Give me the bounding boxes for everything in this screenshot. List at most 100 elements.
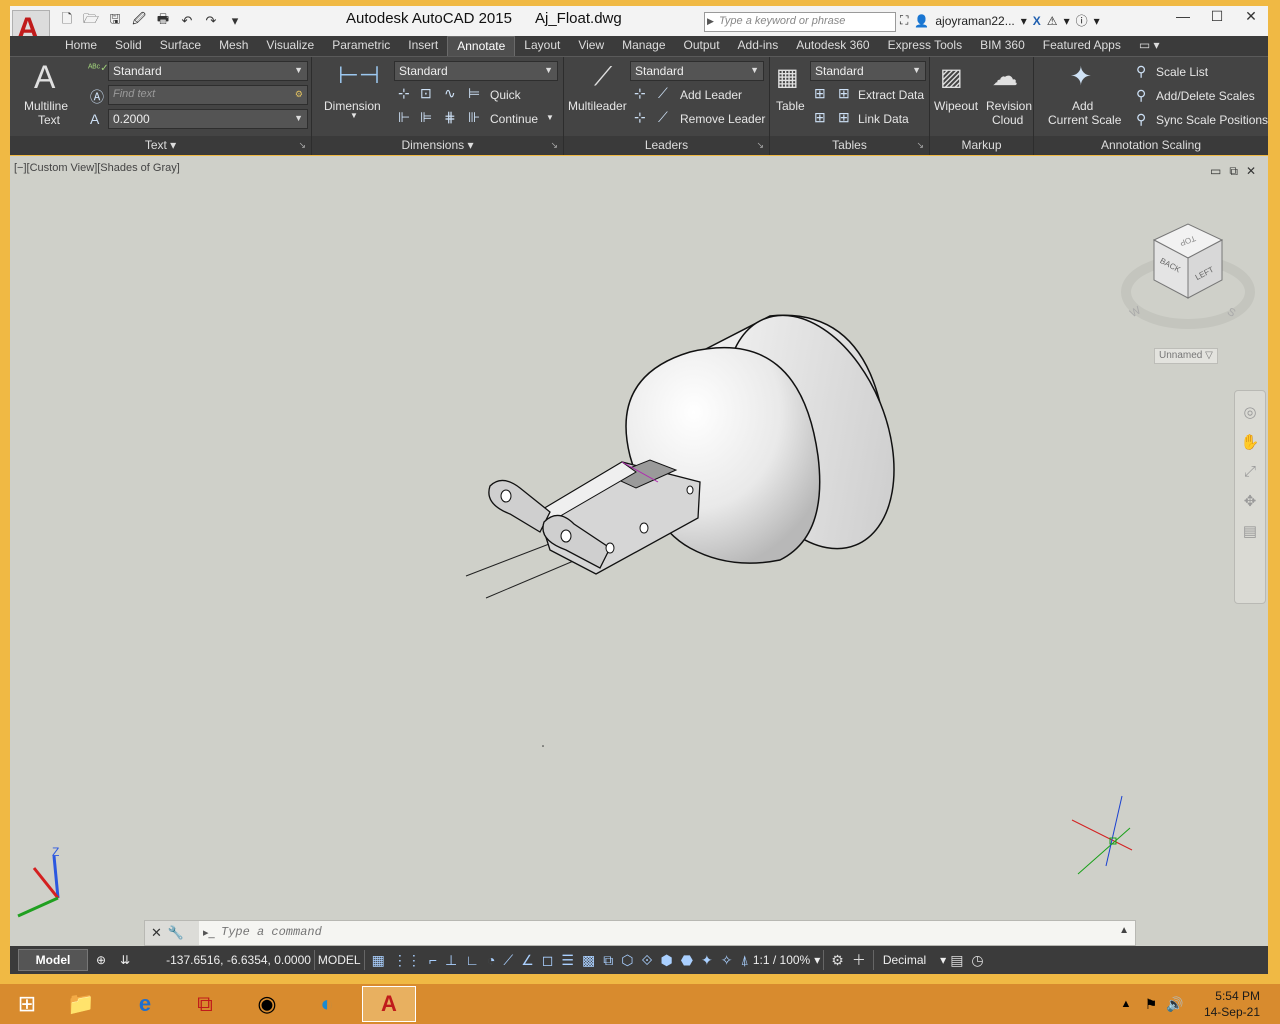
command-input[interactable]	[203, 925, 1103, 939]
tab-add-ins[interactable]: Add-ins	[729, 36, 788, 56]
revision-cloud-label-2[interactable]: Cloud	[992, 113, 1023, 127]
wrench-icon[interactable]: 🔧	[168, 925, 184, 941]
annotation-visibility-icon[interactable]: ✦	[701, 952, 713, 969]
multileader-label[interactable]: Multileader	[568, 99, 627, 113]
table-icon[interactable]: ▦	[776, 63, 799, 92]
dimension-icon[interactable]: ⊢⊣	[338, 61, 380, 90]
table-style-select[interactable]: Standard ▼	[810, 61, 926, 81]
continue-dim-icon[interactable]: ⊪	[468, 109, 480, 126]
link-data-icon[interactable]: ⊞	[838, 109, 850, 126]
drawing-viewport[interactable]: [−][Custom View][Shades of Gray] ▭ ⧉ ✕ W…	[10, 156, 1268, 946]
binoculars-icon[interactable]: ⛶	[900, 13, 908, 28]
annotation-scale-icon[interactable]: ⍋	[740, 952, 748, 969]
sync-scale-label[interactable]: Sync Scale Positions	[1156, 113, 1268, 127]
graphics-performance-icon[interactable]: ◷	[971, 952, 983, 969]
tab-manage[interactable]: Manage	[613, 36, 674, 56]
pan-hand-icon[interactable]: ✋	[1235, 433, 1265, 451]
object-snap-icon[interactable]: ◻	[542, 952, 554, 969]
exchange-icon[interactable]: X	[1033, 14, 1041, 28]
add-leader-label[interactable]: Add Leader	[680, 88, 742, 102]
annotation-scaling-panel-title[interactable]: Annotation Scaling	[1034, 136, 1268, 155]
close-button[interactable]: ✕	[1234, 5, 1268, 27]
tab-home[interactable]: Home	[56, 36, 106, 56]
linear-dim-icon[interactable]: ⊹	[398, 85, 410, 102]
leaders-panel-title[interactable]: Leaders ↘	[564, 136, 769, 155]
tab-view[interactable]: View	[569, 36, 613, 56]
open-file-icon[interactable]: 🗁	[80, 11, 102, 31]
tab-featured-apps[interactable]: Featured Apps	[1034, 36, 1130, 56]
extract-data-label[interactable]: Extract Data	[858, 88, 924, 102]
autodesk-360-icon[interactable]: ⚠	[1047, 14, 1058, 28]
coordinates-readout[interactable]: -137.6516, -6.6354, 0.0000	[166, 953, 311, 967]
chevron-down-icon[interactable]: ▾	[814, 953, 820, 967]
text-height-select[interactable]: 0.2000 ▼	[108, 109, 308, 129]
add-current-scale-label-1[interactable]: Add	[1072, 99, 1093, 113]
model-space-toggle[interactable]: MODEL	[318, 953, 361, 967]
chevron-down-icon[interactable]: ▼	[350, 111, 358, 120]
text-panel-title[interactable]: Text ▾ ↘	[10, 136, 311, 155]
selection-cycling-icon[interactable]: ⧉	[603, 952, 613, 969]
add-current-scale-icon[interactable]: ✦	[1070, 61, 1092, 92]
lineweight-icon[interactable]: ☰	[561, 952, 574, 969]
tab-express-tools[interactable]: Express Tools	[879, 36, 971, 56]
minimize-button[interactable]: —	[1166, 5, 1200, 27]
help-search-input[interactable]: ▶ Type a keyword or phrase	[704, 12, 896, 32]
annotation-scale-select[interactable]: 1:1 / 100%	[753, 953, 810, 967]
wipeout-label[interactable]: Wipeout	[934, 99, 978, 113]
model-layout-tab[interactable]: Model	[18, 949, 88, 971]
user-icon[interactable]: 👤	[914, 14, 929, 28]
tab-layout[interactable]: Layout	[515, 36, 569, 56]
orbit-icon[interactable]: ✥	[1235, 492, 1265, 510]
align-leaders-icon[interactable]: ⊹	[634, 85, 646, 102]
3d-osnap-icon[interactable]: ⬡	[621, 952, 633, 969]
autocad-taskbar-icon[interactable]: A	[362, 986, 416, 1022]
leader-style-select[interactable]: Standard ▼	[630, 61, 764, 81]
tab-solid[interactable]: Solid	[106, 36, 151, 56]
multiline-text-label-2[interactable]: Text	[38, 113, 60, 127]
table-link-icon[interactable]: ⊞	[814, 85, 826, 102]
quick-dim-label[interactable]: Quick	[490, 88, 521, 102]
quick-properties-icon[interactable]: ▤	[950, 952, 963, 969]
start-button[interactable]: ⊞	[0, 986, 54, 1022]
viewcube[interactable]: TOP BACK LEFT	[1152, 223, 1224, 299]
units-select[interactable]: Decimal	[883, 953, 926, 967]
ribbon-toggle-icon[interactable]: ▭ ▾	[1130, 36, 1169, 56]
quick-dim-icon[interactable]: ⊨	[468, 85, 480, 102]
add-layout-icon[interactable]: ⊕	[96, 953, 106, 967]
dimensions-panel-title[interactable]: Dimensions ▾ ↘	[312, 136, 563, 155]
maximize-button[interactable]: ☐	[1200, 5, 1234, 27]
volume-icon[interactable]: 🔊	[1164, 986, 1186, 1022]
tab-autodesk-360[interactable]: Autodesk 360	[787, 36, 878, 56]
action-center-flag-icon[interactable]: ⚑	[1140, 986, 1162, 1022]
multileader-icon[interactable]: ⟋	[594, 61, 612, 93]
snap-icon[interactable]: ⋮⋮	[393, 952, 421, 969]
spell-check-icon[interactable]: ᴬᴮᶜ✓	[88, 63, 109, 74]
zoom-extents-icon[interactable]: ⤢	[1235, 463, 1265, 480]
add-delete-scales-label[interactable]: Add/Delete Scales	[1156, 89, 1255, 103]
add-current-scale-label-2[interactable]: Current Scale	[1048, 113, 1121, 127]
auto-scale-icon[interactable]: ✧	[721, 952, 733, 969]
markup-panel-title[interactable]: Markup	[930, 136, 1033, 155]
add-leader-icon[interactable]: ⟋	[658, 85, 668, 102]
tables-panel-title[interactable]: Tables ↘	[770, 136, 929, 155]
remove-leader-label[interactable]: Remove Leader	[680, 112, 765, 126]
wipeout-icon[interactable]: ▨	[940, 63, 963, 92]
scale-list-label[interactable]: Scale List	[1156, 65, 1208, 79]
remove-leader-icon[interactable]: ⟋	[658, 109, 668, 126]
scale-list-icon[interactable]: ⚲	[1136, 63, 1146, 80]
revision-cloud-label-1[interactable]: Revision	[986, 99, 1032, 113]
layout-overflow-icon[interactable]: ⇊	[120, 953, 130, 967]
grid-icon[interactable]: ▦	[372, 952, 385, 969]
table-label[interactable]: Table	[776, 99, 805, 113]
chevron-down-icon[interactable]: ▾	[940, 953, 946, 967]
gizmo-icon[interactable]: ⬣	[681, 952, 693, 969]
model-geometry[interactable]: W S TOP BACK LEFT Z	[10, 156, 1268, 946]
edge-icon[interactable]: ◐	[300, 986, 354, 1022]
close-icon[interactable]: ✕	[151, 925, 162, 941]
internet-explorer-icon[interactable]: e	[118, 986, 172, 1022]
isodraft-icon[interactable]: ⟋	[503, 952, 513, 969]
chevron-down-icon[interactable]: ▾	[1064, 14, 1070, 28]
text-style-select[interactable]: Standard ▼	[108, 61, 308, 81]
user-name[interactable]: ajoyraman22...	[935, 14, 1014, 28]
tab-bim-360[interactable]: BIM 360	[971, 36, 1034, 56]
